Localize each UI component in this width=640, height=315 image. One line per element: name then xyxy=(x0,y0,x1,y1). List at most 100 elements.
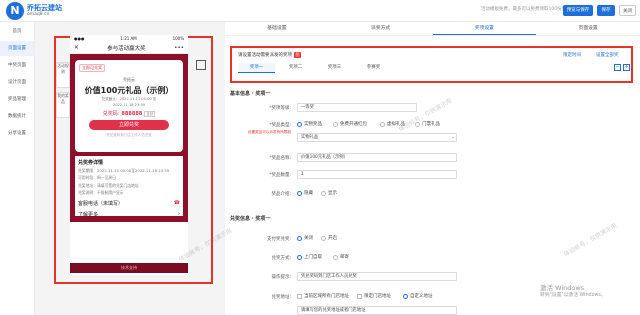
prize-type-select[interactable]: 实物礼品 xyxy=(297,133,457,142)
close-button[interactable]: 关闭 xyxy=(619,5,636,16)
card-line-1: 兑奖截止：2022.11.11 00:00 至 xyxy=(101,97,157,101)
close-icon[interactable]: ✕ xyxy=(74,45,79,51)
prize-tab-box: 请设置活动需要派发的奖项图 限定时间 设置全部奖 奖项一 奖项二 奖项三 参赛奖… xyxy=(230,46,633,83)
detail-line-4: 兑奖说明：不限制用户显示 xyxy=(78,190,124,195)
prize-hero: 立即可兑奖 乔拓云 价值100元礼品（示例） 兑奖截止：2022.11.11 0… xyxy=(70,54,188,222)
status-signal: ●●● xyxy=(74,36,85,41)
prize-tabs: 奖项一 奖项二 奖项三 参赛奖 xyxy=(238,63,394,73)
prize-qty-label-text: 奖品数量: xyxy=(271,173,291,178)
radio-off-icon xyxy=(333,121,338,127)
header-hint: 活动模板免费，最多可以免费领取100份奖品 xyxy=(481,7,571,12)
redeem-method-label: 兑奖方式: xyxy=(271,256,291,261)
sidebar-item-page-settings[interactable]: 页面设置 xyxy=(0,41,34,56)
image-badge: 图 xyxy=(294,52,301,58)
card-title: 价值100元礼品（示例） xyxy=(84,86,174,95)
set-all-link[interactable]: 设置全部奖 xyxy=(596,52,619,58)
top-bar: N 乔拓云建站 omaq8.cn 活动模板免费，最多可以免费领取100份奖品 预… xyxy=(0,0,640,22)
sidebar-item-home[interactable]: 首页 xyxy=(0,24,34,39)
method-option-mail-label: 邮寄 xyxy=(340,255,349,260)
addr-option-custom-label: 自定义地址 xyxy=(410,294,433,299)
learn-more-row[interactable]: 了解更多 › xyxy=(78,211,180,218)
prizes-side-tab[interactable]: 我的奖品 xyxy=(56,92,70,118)
more-icon[interactable]: ••• xyxy=(174,45,184,51)
brand-url: omaq8.cn xyxy=(27,12,50,17)
redeem-section-title: 兑奖信息 · 奖项一 xyxy=(230,216,271,222)
code-value: 888888 xyxy=(121,111,143,117)
redeem-button[interactable]: 立即兑奖 xyxy=(89,120,169,130)
addr-option-limited[interactable]: 限定门店地址 xyxy=(357,293,391,299)
code-option-on[interactable]: 开启 xyxy=(321,235,337,241)
type-option-ticket-label: 门票礼品 xyxy=(422,122,440,127)
sidebar-item-win-page[interactable]: 中奖页面 xyxy=(0,58,34,73)
sidebar-item-stats[interactable]: 数据统计 xyxy=(0,109,34,124)
show-option-show[interactable]: 显示 xyxy=(321,190,337,196)
chevron-down-icon[interactable]: ⌄ xyxy=(451,134,455,140)
radio-on-icon xyxy=(297,121,302,127)
addr-option-limited-label: 限定门店地址 xyxy=(364,294,391,299)
redeem-code: 兑奖码: 888888 复制 xyxy=(79,110,179,117)
prize-name-input[interactable]: 价值100元礼品（示例） xyxy=(297,153,457,162)
radio-off-icon xyxy=(321,235,326,241)
prize-show-label: 奖品介绍: xyxy=(271,192,291,197)
op-hint-label: 操作提示: xyxy=(271,275,291,280)
show-option-hide[interactable]: 隐藏 xyxy=(297,190,313,196)
main-tabs: 基础设置 派奖方式 奖项设置 页面设置 xyxy=(225,22,640,36)
prize-name-label-text: 奖品名称: xyxy=(271,156,291,161)
coupon-detail: 兑奖券详情 兑奖期限：2022-11-11 00:00至2022-11-18 2… xyxy=(75,156,183,218)
type-option-redpacket[interactable]: 免费开通红包 xyxy=(333,121,367,127)
prize-card: 立即可兑奖 乔拓云 价值100元礼品（示例） 兑奖截止：2022.11.11 0… xyxy=(75,60,183,152)
radio-on-icon xyxy=(297,190,302,196)
save-button[interactable]: 保存 xyxy=(597,5,615,16)
tech-support-footer: 技术支持 xyxy=(70,263,188,273)
phone-title-bar: ✕ 参与活动赢大奖 ••• xyxy=(70,43,188,54)
status-time: 1:21 AM xyxy=(120,36,137,41)
prize-tab-participation[interactable]: 参赛奖 xyxy=(355,63,392,73)
tab-basic[interactable]: 基础设置 xyxy=(225,22,329,35)
prize-level-label-text: 奖项等级: xyxy=(271,106,291,111)
sidebar-item-prizes[interactable]: 奖品管理 xyxy=(0,92,34,107)
tab-distribution[interactable]: 派奖方式 xyxy=(329,22,433,35)
prize-level-input[interactable]: 一等奖 xyxy=(297,103,417,112)
show-option-hide-label: 隐藏 xyxy=(304,191,313,196)
limit-time-link[interactable]: 限定时间 xyxy=(563,52,581,58)
preview-save-button[interactable]: 预览与保存 xyxy=(563,5,593,16)
phone-preview: ●●● 1:21 AM 100% ✕ 参与活动赢大奖 ••• 立即可兑奖 乔拓云… xyxy=(70,35,188,275)
type-option-physical[interactable]: 实物奖品 xyxy=(297,121,322,127)
tab-page[interactable]: 页面设置 xyxy=(536,22,640,35)
redeem-addr-input[interactable]: 请填写您的兑奖地址或者门店地址 xyxy=(297,306,457,315)
sidebar-item-share[interactable]: 分享设置 xyxy=(0,126,34,141)
type-option-physical-label: 实物奖品 xyxy=(304,122,322,127)
prize-tab-3[interactable]: 奖项三 xyxy=(316,63,353,73)
method-option-mail[interactable]: 邮寄 xyxy=(333,254,349,260)
prize-qty-input[interactable]: 1 xyxy=(297,170,457,179)
remove-prize-icon[interactable]: − xyxy=(614,64,621,71)
chevron-right-icon: › xyxy=(178,211,180,217)
addr-option-custom[interactable]: 自定义地址 xyxy=(403,293,433,299)
phone-icon: ☎ xyxy=(173,200,180,206)
prize-qty-label: *奖品数量: xyxy=(269,173,291,178)
sidebar-item-design[interactable]: 设计页面 xyxy=(0,75,34,90)
prize-type-label: *奖品类型: xyxy=(269,123,291,128)
learn-more-label: 了解更多 xyxy=(78,212,99,218)
copy-button[interactable]: 复制 xyxy=(144,111,156,117)
add-prize-icon[interactable]: + xyxy=(623,64,630,71)
addr-option-all[interactable]: 当前区域所有门店地址 xyxy=(297,293,349,299)
status-battery: 100% xyxy=(172,36,184,41)
service-phone-label: 客服电话（未填写） xyxy=(78,201,124,207)
radio-on-icon xyxy=(297,254,302,260)
prize-level-label: *奖项等级: xyxy=(269,106,291,111)
prize-tab-2[interactable]: 奖项二 xyxy=(277,63,314,73)
code-label: 兑奖码: xyxy=(102,111,120,117)
code-option-off[interactable]: 关闭 xyxy=(297,235,313,241)
rules-side-tab[interactable]: 活动规则 xyxy=(56,62,70,88)
service-phone-row[interactable]: 客服电话（未填写） ☎ xyxy=(78,200,180,207)
qrcode-icon[interactable] xyxy=(196,60,206,70)
op-hint-input[interactable]: 凭兑奖码到门店工作人员兑奖 xyxy=(297,272,457,281)
card-foot: 凭兑奖码到门店工作人员兑奖 xyxy=(106,133,152,137)
radio-on-icon xyxy=(297,235,302,241)
method-option-pickup[interactable]: 上门自取 xyxy=(297,254,322,260)
method-option-pickup-label: 上门自取 xyxy=(304,255,322,260)
redeem-tag: 立即可兑奖 xyxy=(79,64,105,72)
prize-tab-1[interactable]: 奖项一 xyxy=(238,63,275,73)
tab-prizes[interactable]: 奖项设置 xyxy=(432,22,537,35)
